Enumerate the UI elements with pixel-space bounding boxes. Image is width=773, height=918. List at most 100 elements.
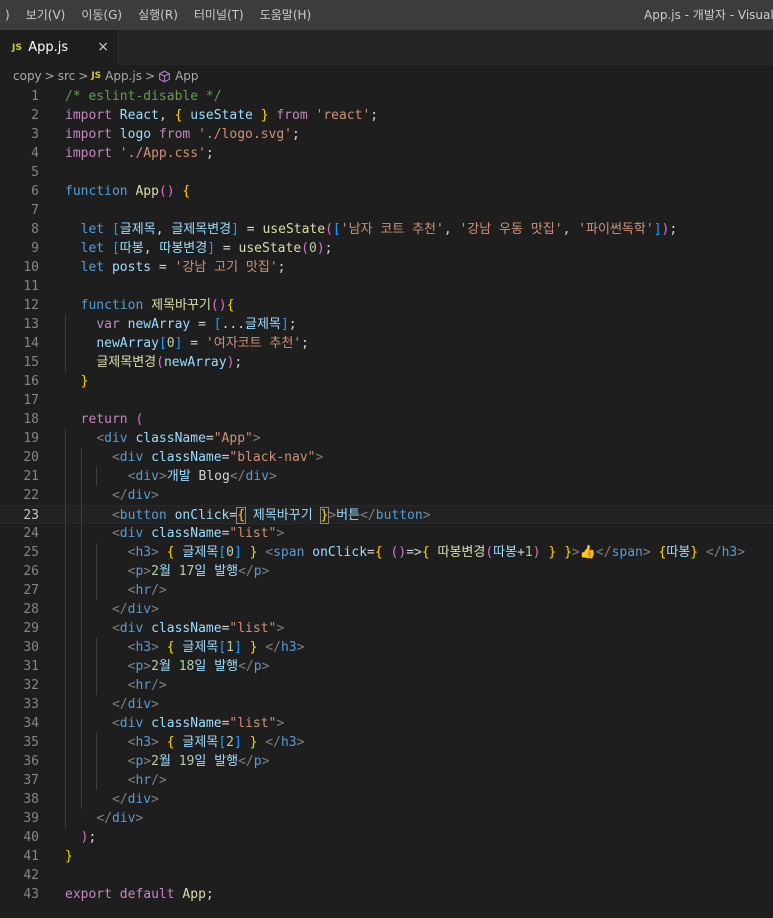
code-line[interactable]: 19 <div className="App">: [0, 429, 773, 448]
code-editor[interactable]: 1 /* eslint-disable */ 2 import React, { us…: [0, 87, 773, 918]
code-line[interactable]: 16 }: [0, 372, 773, 391]
menu-item-terminal[interactable]: 터미널(T): [186, 0, 252, 30]
breadcrumb-item-app-js[interactable]: App.js: [105, 69, 142, 83]
code-line[interactable]: 27 <hr/>: [0, 581, 773, 600]
code-line[interactable]: 37 <hr/>: [0, 771, 773, 790]
line-number[interactable]: 12: [0, 296, 39, 315]
code-line[interactable]: 21 <div>개발 Blog</div>: [0, 467, 773, 486]
line-number[interactable]: 21: [0, 467, 39, 486]
code-line[interactable]: 3 import logo from './logo.svg';: [0, 125, 773, 144]
line-number[interactable]: 40: [0, 828, 39, 847]
line-number[interactable]: 4: [0, 144, 39, 163]
line-number[interactable]: 16: [0, 372, 39, 391]
code-line[interactable]: 39 </div>: [0, 809, 773, 828]
code-line[interactable]: 7: [0, 201, 773, 220]
close-icon[interactable]: ×: [97, 39, 109, 55]
code-line[interactable]: 26 <p>2월 17일 발행</p>: [0, 562, 773, 581]
menu-item-view[interactable]: 보기(V): [18, 0, 74, 30]
menu-item-run[interactable]: 실행(R): [130, 0, 186, 30]
code-line[interactable]: 31 <p>2월 18일 발행</p>: [0, 657, 773, 676]
line-number[interactable]: 23: [0, 506, 39, 525]
code-line[interactable]: 41}: [0, 847, 773, 866]
code-line[interactable]: 32 <hr/>: [0, 676, 773, 695]
code-line[interactable]: 40 );: [0, 828, 773, 847]
line-number[interactable]: 25: [0, 543, 39, 562]
line-number[interactable]: 32: [0, 676, 39, 695]
javascript-file-icon: JS: [91, 71, 102, 81]
line-number[interactable]: 29: [0, 619, 39, 638]
code-line[interactable]: 17: [0, 391, 773, 410]
code-line[interactable]: 42: [0, 866, 773, 885]
line-number[interactable]: 17: [0, 391, 39, 410]
menu-item-go[interactable]: 이동(G): [73, 0, 130, 30]
code-line[interactable]: 5: [0, 163, 773, 182]
code-line[interactable]: 11: [0, 277, 773, 296]
code-line[interactable]: 25 <h3> { 글제목[0] } <span onClick={ ()=>{…: [0, 543, 773, 562]
code-line[interactable]: 8 let [글제목, 글제목변경] = useState(['남자 코트 추천…: [0, 220, 773, 239]
code-line[interactable]: 24 <div className="list">: [0, 524, 773, 543]
line-number[interactable]: 26: [0, 562, 39, 581]
code-line[interactable]: 12 function 제목바꾸기(){: [0, 296, 773, 315]
line-number[interactable]: 7: [0, 201, 39, 220]
line-number[interactable]: 8: [0, 220, 39, 239]
code-line[interactable]: 20 <div className="black-nav">: [0, 448, 773, 467]
line-number[interactable]: 41: [0, 847, 39, 866]
line-number[interactable]: 20: [0, 448, 39, 467]
line-number[interactable]: 3: [0, 125, 39, 144]
code-line[interactable]: 22 </div>: [0, 486, 773, 505]
code-line[interactable]: 2 import React, { useState } from 'react'…: [0, 106, 773, 125]
line-number[interactable]: 9: [0, 239, 39, 258]
code-line[interactable]: 30 <h3> { 글제목[1] } </h3>: [0, 638, 773, 657]
line-number[interactable]: 11: [0, 277, 39, 296]
line-number[interactable]: 5: [0, 163, 39, 182]
line-number[interactable]: 37: [0, 771, 39, 790]
code-line[interactable]: 14 newArray[0] = '여자코트 추천';: [0, 334, 773, 353]
line-number[interactable]: 35: [0, 733, 39, 752]
code-line[interactable]: 35 <h3> { 글제목[2] } </h3>: [0, 733, 773, 752]
code-line[interactable]: 1 /* eslint-disable */: [0, 87, 773, 106]
line-number[interactable]: 6: [0, 182, 39, 201]
tab-app-js[interactable]: JS App.js ×: [0, 30, 117, 65]
code-line[interactable]: 34 <div className="list">: [0, 714, 773, 733]
line-number[interactable]: 19: [0, 429, 39, 448]
line-number[interactable]: 24: [0, 524, 39, 543]
code-line[interactable]: 38 </div>: [0, 790, 773, 809]
code-line[interactable]: 18 return (: [0, 410, 773, 429]
code-line[interactable]: 9 let [따봉, 따봉변경] = useState(0);: [0, 239, 773, 258]
line-number[interactable]: 10: [0, 258, 39, 277]
code-line[interactable]: 13 var newArray = [...글제목];: [0, 315, 773, 334]
line-number[interactable]: 28: [0, 600, 39, 619]
code-line[interactable]: 23 <button onClick={ 제목바꾸기 }>버튼</button>: [0, 505, 773, 525]
breadcrumb-item-src[interactable]: src: [58, 69, 76, 83]
line-number[interactable]: 27: [0, 581, 39, 600]
line-number[interactable]: 15: [0, 353, 39, 372]
line-number[interactable]: 31: [0, 657, 39, 676]
line-number[interactable]: 39: [0, 809, 39, 828]
line-number[interactable]: 18: [0, 410, 39, 429]
line-number[interactable]: 34: [0, 714, 39, 733]
code-line[interactable]: 36 <p>2월 19일 발행</p>: [0, 752, 773, 771]
code-line[interactable]: 33 </div>: [0, 695, 773, 714]
line-number[interactable]: 1: [0, 87, 39, 106]
line-number[interactable]: 14: [0, 334, 39, 353]
code-line[interactable]: 43 export default App;: [0, 885, 773, 904]
line-number[interactable]: 33: [0, 695, 39, 714]
breadcrumb-item-copy[interactable]: copy: [13, 69, 42, 83]
line-number[interactable]: 22: [0, 486, 39, 505]
line-number[interactable]: 30: [0, 638, 39, 657]
code-line[interactable]: 10 let posts = '강남 고기 맛집';: [0, 258, 773, 277]
code-line[interactable]: 15 글제목변경(newArray);: [0, 353, 773, 372]
menu-item-help[interactable]: 도움말(H): [252, 0, 320, 30]
line-number[interactable]: 38: [0, 790, 39, 809]
menu-item-partial[interactable]: ): [0, 0, 18, 30]
code-line[interactable]: 28 </div>: [0, 600, 773, 619]
breadcrumb-item-app[interactable]: App: [175, 69, 198, 83]
line-number[interactable]: 2: [0, 106, 39, 125]
line-number[interactable]: 36: [0, 752, 39, 771]
code-line[interactable]: 6 function App() {: [0, 182, 773, 201]
code-line[interactable]: 4 import './App.css';: [0, 144, 773, 163]
line-number[interactable]: 42: [0, 866, 39, 885]
line-number[interactable]: 13: [0, 315, 39, 334]
line-number[interactable]: 43: [0, 885, 39, 904]
code-line[interactable]: 29 <div className="list">: [0, 619, 773, 638]
